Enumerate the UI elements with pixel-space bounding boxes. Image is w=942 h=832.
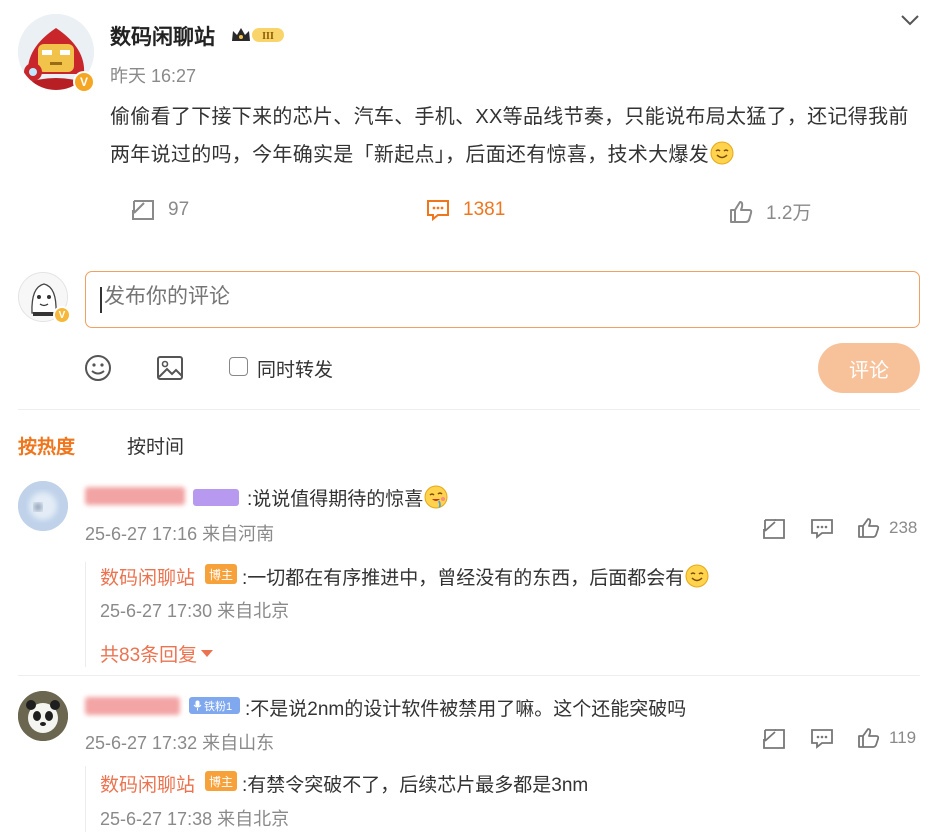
repost-action[interactable]: 97 — [130, 198, 189, 222]
level-badge[interactable]: III — [230, 25, 286, 45]
mic-icon — [193, 700, 202, 711]
panda-avatar-image — [18, 691, 68, 741]
comment-icon — [427, 200, 449, 222]
repost-checkbox-label[interactable]: 同时转发 — [257, 355, 333, 382]
author-name[interactable]: 数码闲聊站 — [110, 21, 215, 51]
comment-like-count: 119 — [889, 728, 917, 747]
commenter-avatar[interactable] — [18, 481, 68, 531]
my-verified-icon: V — [53, 306, 71, 324]
reply-thread-line — [85, 766, 86, 832]
thumbs-up-icon — [858, 728, 880, 748]
reply-icon[interactable] — [810, 518, 834, 540]
reply-text: :有禁令突破不了，后续芯片最多都是3nm — [242, 775, 589, 796]
commenter-name-blurred[interactable] — [85, 697, 180, 715]
share-icon — [132, 200, 154, 220]
comment-text: :不是说2nm的设计软件被禁用了嘛。这个还能突破吗 — [245, 699, 687, 720]
post-body: 偷偷看了下接下来的芯片、汽车、手机、XX等品线节奏，只能说布局太猛了，还记得我前… — [110, 106, 909, 166]
repost-checkbox[interactable] — [229, 357, 248, 376]
verified-badge-icon: V — [73, 71, 95, 93]
fan-badge-blurred[interactable] — [193, 489, 239, 506]
comment-like-button[interactable]: 238 — [857, 516, 917, 540]
repost-count: 97 — [168, 199, 190, 220]
comment-count: 1381 — [463, 199, 506, 220]
text-caret — [100, 287, 102, 313]
like-count: 1.2万 — [766, 203, 812, 224]
comment-like-count: 238 — [889, 518, 918, 537]
post-text: 偷偷看了下接下来的芯片、汽车、手机、XX等品线节奏，只能说布局太猛了，还记得我前… — [110, 98, 916, 174]
smiling-face-emoji — [685, 564, 709, 588]
comment-body: :说说值得期待的惊喜 — [247, 489, 424, 510]
level-text: III — [262, 31, 274, 42]
share-icon[interactable] — [762, 518, 786, 540]
reply-meta: 25-6-27 17:30 来自北京 — [100, 601, 290, 621]
commenter-avatar[interactable] — [18, 691, 68, 741]
reply-icon[interactable] — [810, 728, 834, 750]
reply-meta: 25-6-27 17:38 来自北京 — [100, 809, 290, 829]
commenter-avatar-image — [18, 481, 68, 531]
reply-text: :一切都在有序推进中，曾经没有的东西，后面都会有 — [242, 563, 709, 590]
thumbs-up-icon — [858, 518, 880, 538]
caret-down-icon — [201, 650, 214, 657]
tab-sort-hot[interactable]: 按热度 — [18, 432, 75, 459]
chevron-down-icon[interactable] — [898, 10, 922, 30]
comment-action[interactable]: 1381 — [425, 198, 505, 222]
comment-meta: 25-6-27 17:32 来自山东 — [85, 733, 275, 753]
smiling-face-emoji — [710, 141, 734, 165]
fan-badge[interactable]: 铁粉1 — [189, 697, 240, 714]
image-icon[interactable] — [156, 354, 184, 382]
like-action[interactable]: 1.2万 — [728, 198, 811, 225]
commenter-name-blurred[interactable] — [85, 487, 185, 505]
more-replies-link[interactable]: 共83条回复 — [100, 640, 214, 667]
thumbs-up-icon — [730, 200, 753, 223]
more-replies-label: 共83条回复 — [100, 645, 198, 666]
divider — [18, 409, 920, 410]
submit-comment-button[interactable]: 评论 — [818, 343, 920, 393]
comment-meta: 25-6-27 17:16 来自河南 — [85, 524, 275, 544]
reply-body: :一切都在有序推进中，曾经没有的东西，后面都会有 — [242, 568, 685, 589]
divider — [18, 675, 920, 676]
comment-input[interactable] — [104, 285, 904, 309]
tab-sort-time[interactable]: 按时间 — [127, 432, 184, 459]
crown-level-icon: III — [232, 28, 284, 42]
comment-text: :说说值得期待的惊喜 — [247, 484, 448, 511]
post-time[interactable]: 昨天 16:27 — [110, 62, 196, 88]
fan-badge-label: 铁粉1 — [204, 700, 233, 713]
share-icon[interactable] — [762, 728, 786, 750]
reply-thread-line — [85, 562, 86, 667]
emoji-icon[interactable] — [84, 354, 112, 382]
drooling-face-emoji — [424, 485, 448, 509]
reply-author[interactable]: 数码闲聊站 — [100, 770, 195, 797]
reply-author[interactable]: 数码闲聊站 — [100, 563, 195, 590]
host-tag: 博主 — [205, 771, 238, 791]
comment-like-button[interactable]: 119 — [857, 726, 916, 750]
host-tag: 博主 — [205, 564, 238, 584]
